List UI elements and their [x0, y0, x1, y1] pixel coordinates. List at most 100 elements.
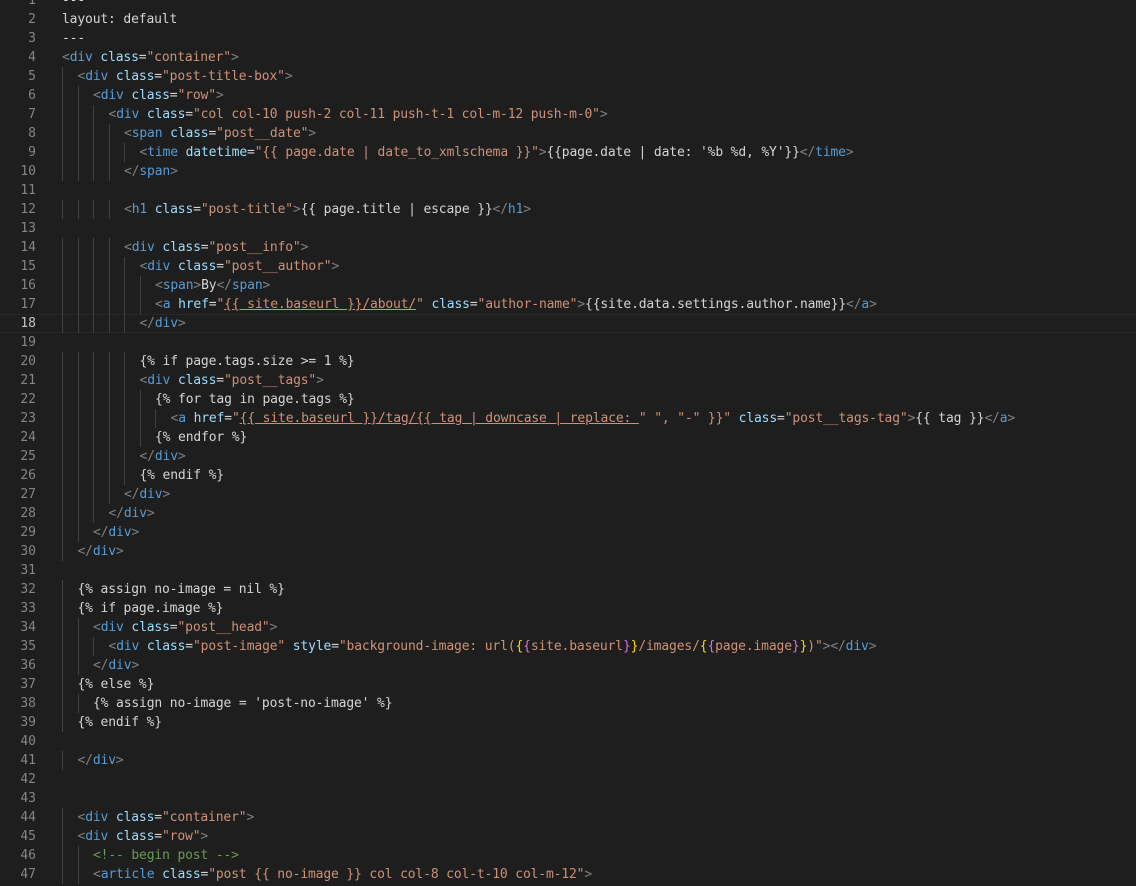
- code-line[interactable]: 17 < a href = "{{ site.baseurl }}/about/" cl…: [0, 295, 1136, 314]
- indent-guide: [155, 409, 156, 428]
- code-token: >: [868, 639, 877, 654]
- code-line[interactable]: 10 </span>: [0, 162, 1136, 181]
- code-line[interactable]: 40: [0, 732, 1136, 751]
- code-line[interactable]: 8 <span class="post__date">: [0, 124, 1136, 143]
- code-token: span: [131, 126, 163, 141]
- code-line[interactable]: 5 <div class="post-title-box">: [0, 67, 1136, 86]
- code-line[interactable]: 27 </div>: [0, 485, 1136, 504]
- code-line[interactable]: 7 <div class="col col-10 push-2 col-11 pu…: [0, 105, 1136, 124]
- code-token: "post__tags": [223, 373, 317, 388]
- code-text: <div class="col col-10 push-2 col-11 pus…: [109, 105, 608, 124]
- code-token: =: [154, 810, 162, 825]
- code-text: < a href = "{{ site.baseurl }}/about/" clas…: [155, 295, 877, 314]
- indent-guide: [77, 447, 79, 466]
- code-line[interactable]: 34 <div class="post__head">: [0, 618, 1136, 637]
- code-token: >: [170, 164, 178, 179]
- code-line[interactable]: 36 </div>: [0, 656, 1136, 675]
- code-line[interactable]: 35 <div class="post-image" style="backgro…: [0, 637, 1136, 656]
- indent-guide: [62, 352, 63, 371]
- code-token: ></: [822, 639, 846, 654]
- code-line[interactable]: 22 {% for tag in page.tags %}: [0, 390, 1136, 409]
- code-token: span: [139, 164, 171, 179]
- line-number: 34: [20, 620, 36, 635]
- code-token: "row": [177, 88, 216, 103]
- code-line[interactable]: 16 <span>By</span>: [0, 276, 1136, 295]
- code-lines[interactable]: 1 --- 2 layout: default 3 --- 4 <div class="con…: [0, 0, 1136, 884]
- indent-guide: [77, 409, 79, 428]
- code-token: >: [177, 449, 186, 464]
- line-number: 15: [20, 259, 36, 274]
- indent-guide: [77, 656, 79, 675]
- code-text: {% if page.image %}: [78, 599, 224, 618]
- code-line[interactable]: 12 <h1 class="post-title">{{ page.title |…: [0, 200, 1136, 219]
- line-number: 7: [28, 107, 36, 122]
- code-line[interactable]: 13: [0, 219, 1136, 238]
- line-number: 4: [28, 50, 36, 65]
- code-line[interactable]: 20 {% if page.tags.size >= 1 %}: [0, 352, 1136, 371]
- code-line[interactable]: 42: [0, 770, 1136, 789]
- code-line[interactable]: 3 ---: [0, 29, 1136, 48]
- code-line[interactable]: 26 {% endif %}: [0, 466, 1136, 485]
- indent-guide: [62, 485, 63, 504]
- code-line[interactable]: 41 </div>: [0, 751, 1136, 770]
- code-line[interactable]: 6 <div class="row">: [0, 86, 1136, 105]
- code-line[interactable]: 44 <div class="container">: [0, 808, 1136, 827]
- code-line[interactable]: 15 <div class="post__author">: [0, 257, 1136, 276]
- indent-guide: [124, 276, 125, 295]
- code-token: ---: [62, 0, 86, 8]
- code-line[interactable]: 9 <time datetime="{{ page.date | date_to_…: [0, 143, 1136, 162]
- code-line[interactable]: 33 {% if page.image %}: [0, 599, 1136, 618]
- code-line[interactable]: 21 <div class="post__tags">: [0, 371, 1136, 390]
- code-token: <: [124, 126, 132, 141]
- code-line[interactable]: 38 {% assign no-image = 'post-no-image' %…: [0, 694, 1136, 713]
- code-line[interactable]: 43: [0, 789, 1136, 808]
- code-token: "post__head": [177, 620, 270, 635]
- code-token: >: [269, 620, 278, 635]
- indent-guide: [77, 466, 79, 485]
- code-line[interactable]: 18 </div>: [0, 314, 1136, 333]
- line-number: 30: [20, 544, 36, 559]
- code-token: class: [162, 240, 201, 255]
- code-line[interactable]: 23 <a href="{{ site.baseurl }}/tag/{{ tag…: [0, 409, 1136, 428]
- code-text: <a href="{{ site.baseurl }}/tag/{{ tag |…: [171, 409, 1016, 428]
- code-token: {{ site.baseurl }}/about/: [224, 297, 417, 312]
- indent-guide: [93, 428, 94, 447]
- line-number: 2: [28, 12, 36, 27]
- code-token: >: [331, 259, 340, 274]
- code-token: /images/: [638, 639, 700, 654]
- code-line[interactable]: 45 <div class="row">: [0, 827, 1136, 846]
- code-line[interactable]: 29 </div>: [0, 523, 1136, 542]
- code-line[interactable]: 4 <div class="container">: [0, 48, 1136, 67]
- code-token: </: [108, 506, 125, 521]
- code-line[interactable]: 46 <!-- begin post -->: [0, 846, 1136, 865]
- indent-guide: [124, 428, 125, 447]
- code-line[interactable]: 28 </div>: [0, 504, 1136, 523]
- code-line[interactable]: 19: [0, 333, 1136, 352]
- code-line[interactable]: 11: [0, 181, 1136, 200]
- code-line[interactable]: 30 </div>: [0, 542, 1136, 561]
- code-line[interactable]: 1 ---: [0, 0, 1136, 10]
- indent-guide: [77, 485, 79, 504]
- code-line[interactable]: 31: [0, 561, 1136, 580]
- code-line[interactable]: 24 {% endfor %}: [0, 428, 1136, 447]
- indent-guide: [62, 599, 63, 618]
- code-editor[interactable]: 1 --- 2 layout: default 3 --- 4 <div class="con…: [0, 0, 1136, 884]
- line-number: 41: [20, 753, 36, 768]
- code-line[interactable]: 32 {% assign no-image = nil %}: [0, 580, 1136, 599]
- indent-guide: [62, 124, 63, 143]
- line-number: 23: [20, 411, 36, 426]
- code-text: {% for tag in page.tags %}: [155, 390, 355, 409]
- code-token: >: [584, 867, 593, 882]
- code-token: {: [707, 639, 716, 654]
- code-line[interactable]: 2 layout: default: [0, 10, 1136, 29]
- code-line[interactable]: 37 {% else %}: [0, 675, 1136, 694]
- code-line[interactable]: 39 {% endif %}: [0, 713, 1136, 732]
- code-line[interactable]: 14 <div class="post__info">: [0, 238, 1136, 257]
- code-line[interactable]: 25 </div>: [0, 447, 1136, 466]
- indent-guide: [62, 637, 63, 656]
- code-token: "post-title-box": [161, 69, 285, 84]
- code-line[interactable]: 47 <article class="post {{ no-image }} co…: [0, 865, 1136, 884]
- line-number: 31: [20, 563, 36, 578]
